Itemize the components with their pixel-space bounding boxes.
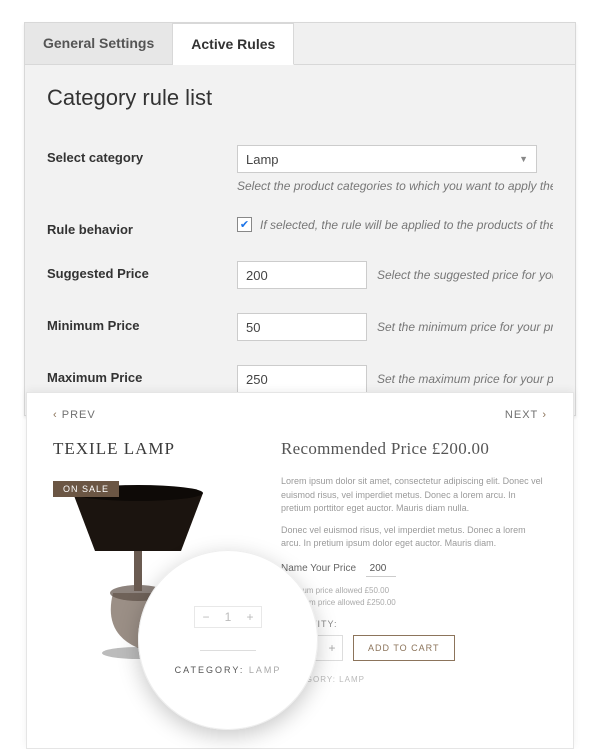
minimum-price-row: Minimum Price Set the minimum price for … [47, 301, 553, 353]
pager: ‹ PREV NEXT › [53, 409, 547, 421]
recommended-price: Recommended Price £200.00 [281, 439, 547, 459]
minus-icon: − [195, 607, 217, 627]
suggested-price-label: Suggested Price [47, 261, 237, 281]
cart-row: − 1 + ADD TO CART [281, 635, 547, 661]
min-limit: Minimum price allowed £50.00 [281, 585, 547, 597]
category-line: CATEGORY: LAMP [281, 675, 547, 684]
maximum-price-help: Set the maximum price for your pro [377, 372, 553, 386]
chevron-right-icon: › [542, 409, 547, 421]
chevron-down-icon: ▼ [519, 154, 528, 164]
chevron-left-icon: ‹ [53, 409, 58, 421]
qty-label: QUANTITY: [281, 619, 547, 629]
maximum-price-input[interactable] [237, 365, 367, 393]
select-category-label: Select category [47, 145, 237, 165]
magnifier-stepper: − 1 + [194, 606, 262, 628]
select-category-row: Select category Lamp ▼ Select the produc… [47, 133, 553, 205]
sale-badge: ON SALE [53, 481, 119, 497]
rule-behavior-label: Rule behavior [47, 217, 237, 237]
description-2: Donec vel euismod risus, vel imperdiet m… [281, 524, 547, 551]
magnifier-qty: 1 [217, 607, 239, 627]
plus-icon[interactable]: + [322, 636, 342, 660]
tab-general[interactable]: General Settings [25, 23, 173, 64]
product-preview-card: ‹ PREV NEXT › TEXILE LAMP ON SALE [26, 392, 574, 749]
magnifier-category: CATEGORY: LAMP [175, 665, 282, 675]
minimum-price-input[interactable] [237, 313, 367, 341]
category-dropdown-value: Lamp [246, 152, 279, 167]
suggested-price-input[interactable] [237, 261, 367, 289]
rule-behavior-checkbox[interactable]: ✔ [237, 217, 252, 232]
max-limit: Maximum price allowed £250.00 [281, 597, 547, 609]
maximum-price-label: Maximum Price [47, 365, 237, 385]
add-to-cart-button[interactable]: ADD TO CART [353, 635, 455, 661]
page-title: Category rule list [47, 85, 553, 111]
price-limits: Minimum price allowed £50.00 Maximum pri… [281, 585, 547, 609]
suggested-price-help: Select the suggested price for your p [377, 268, 553, 282]
plus-icon: + [239, 607, 261, 627]
tabs: General Settings Active Rules [25, 23, 575, 65]
suggested-price-row: Suggested Price Select the suggested pri… [47, 249, 553, 301]
nyp-row: Name Your Price 200 [281, 559, 547, 577]
category-dropdown[interactable]: Lamp ▼ [237, 145, 537, 173]
settings-panel: General Settings Active Rules Category r… [24, 22, 576, 416]
divider [200, 650, 256, 651]
next-link[interactable]: NEXT › [505, 409, 547, 421]
product-title: TEXILE LAMP [53, 439, 253, 459]
category-help: Select the product categories to which y… [237, 179, 553, 193]
magnifier: − 1 + CATEGORY: LAMP [138, 550, 318, 730]
description-1: Lorem ipsum dolor sit amet, consectetur … [281, 475, 547, 516]
minimum-price-label: Minimum Price [47, 313, 237, 333]
minimum-price-help: Set the minimum price for your pro [377, 320, 553, 334]
rule-behavior-help: If selected, the rule will be applied to… [260, 218, 553, 232]
prev-link[interactable]: ‹ PREV [53, 409, 96, 421]
rule-behavior-row: Rule behavior ✔ If selected, the rule wi… [47, 205, 553, 249]
nyp-input[interactable]: 200 [366, 561, 396, 577]
tab-active-rules[interactable]: Active Rules [173, 23, 294, 65]
nyp-label: Name Your Price [281, 563, 356, 574]
